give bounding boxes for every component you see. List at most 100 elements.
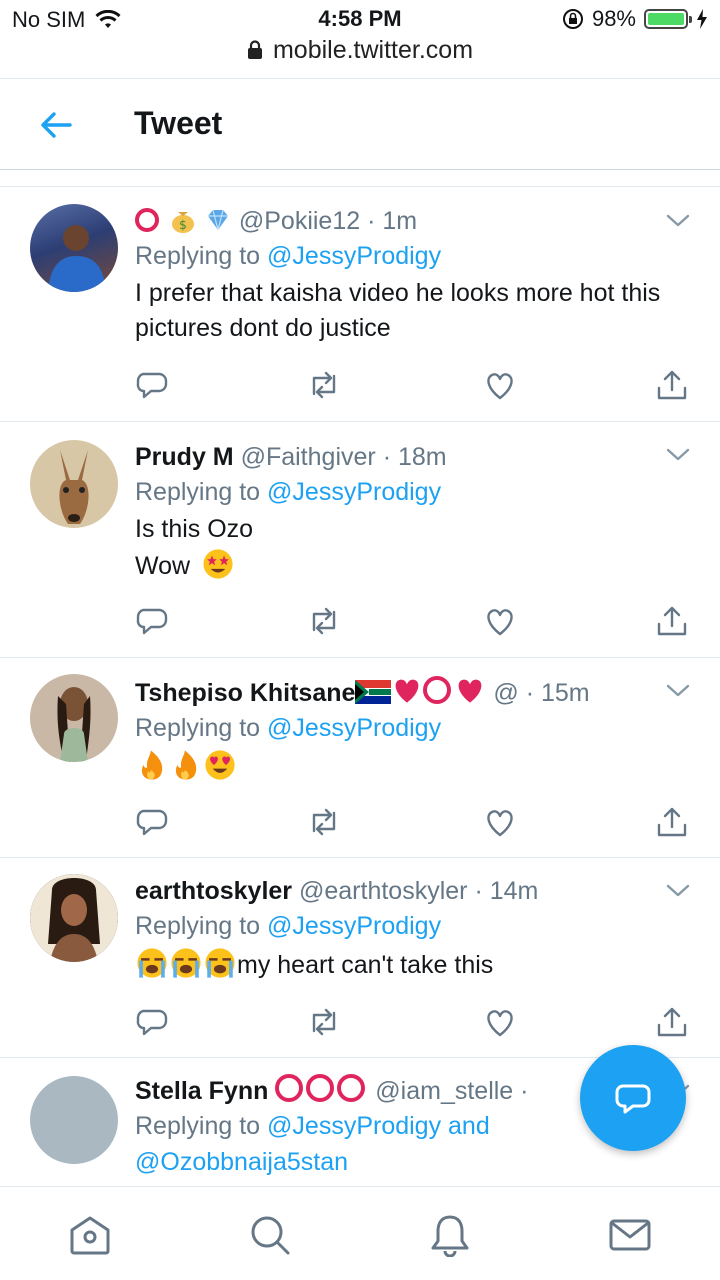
avatar[interactable] [30, 204, 118, 292]
status-right: 98% [562, 6, 708, 32]
svg-text:$: $ [179, 218, 187, 232]
tweet-text: my heart can't take this [135, 946, 700, 983]
red-circle-emoji-icon [306, 1074, 335, 1102]
page-title: Tweet [134, 105, 223, 141]
tweet-time: · 14m [474, 877, 539, 905]
tweet-item[interactable]: $ @Pokiie12 · 1m Replying to @JessyProdi… [0, 188, 720, 422]
fire-emoji-icon [141, 750, 163, 780]
chevron-down-icon[interactable] [666, 684, 690, 698]
avatar[interactable] [30, 440, 118, 528]
charging-icon [697, 9, 707, 29]
bottom-navigation [0, 1186, 720, 1280]
tweet-author[interactable]: earthtoskyler [135, 877, 292, 905]
chevron-down-icon[interactable] [666, 214, 690, 228]
chevron-down-icon[interactable] [666, 884, 690, 898]
tweet-time: · [520, 1077, 529, 1105]
tweet-item[interactable]: Prudy M @Faithgiver · 18m Replying to @J… [0, 422, 720, 658]
heart-emoji-icon [396, 679, 419, 703]
retweet-icon[interactable] [307, 1005, 341, 1039]
red-circle-emoji-icon [275, 1074, 304, 1102]
tweet-handle[interactable]: @Pokiie12 [239, 207, 360, 235]
mention-link[interactable]: @JessyProdigy [267, 714, 441, 742]
home-icon[interactable] [68, 1213, 112, 1257]
mention-link[interactable]: @JessyProdigy [267, 912, 441, 940]
like-heart-icon[interactable] [483, 1005, 517, 1039]
share-icon[interactable] [655, 805, 689, 839]
red-circle-emoji-icon [337, 1074, 366, 1102]
mention-link[interactable]: @JessyProdigy [267, 242, 441, 270]
battery-icon [644, 9, 692, 29]
like-heart-icon[interactable] [483, 368, 517, 402]
tweet-handle[interactable]: @iam_stelle [375, 1077, 513, 1105]
tweet-item[interactable]: Tshepiso Khitsane @ · 15m Replying to @J… [0, 658, 720, 858]
avatar-image [48, 225, 106, 292]
crying-emoji-icon [205, 948, 235, 978]
like-heart-icon[interactable] [483, 604, 517, 638]
notifications-bell-icon[interactable] [428, 1213, 472, 1257]
back-arrow-icon[interactable] [36, 107, 76, 143]
tweet-author[interactable]: Stella Fynn [135, 1077, 268, 1105]
avatar[interactable] [30, 1076, 118, 1164]
tweet-handle[interactable]: @ [493, 679, 518, 707]
orientation-lock-icon [562, 9, 583, 29]
address-bar[interactable]: mobile.twitter.com [0, 36, 720, 76]
tweet-actions [135, 1005, 690, 1041]
tweet-item[interactable]: earthtoskyler @earthtoskyler · 14m Reply… [0, 858, 720, 1058]
avatar[interactable] [30, 874, 118, 962]
retweet-icon[interactable] [307, 805, 341, 839]
reply-icon[interactable] [135, 368, 169, 402]
retweet-icon[interactable] [307, 604, 341, 638]
tweet-time: · 15m [525, 679, 590, 707]
crying-emoji-icon [137, 948, 167, 978]
tweet-text-content: my heart can't take this [237, 951, 494, 979]
share-icon[interactable] [655, 604, 689, 638]
tweet-handle[interactable]: @earthtoskyler [299, 877, 468, 905]
lock-icon [247, 40, 262, 59]
tweet-actions [135, 805, 690, 841]
tweet-body: $ @Pokiie12 · 1m Replying to @JessyProdi… [135, 204, 700, 346]
tweet-text: I prefer that kaisha video he looks more… [135, 279, 661, 342]
replying-to: Replying to @JessyProdigy [135, 908, 700, 944]
tweet-handle[interactable]: @Faithgiver [241, 443, 376, 471]
heart-emoji-icon [459, 679, 482, 703]
replying-label: Replying to [135, 714, 261, 742]
mention-link[interactable]: @JessyProdigy and [267, 1112, 490, 1140]
url-text: mobile.twitter.com [272, 36, 474, 64]
south-africa-flag-emoji-icon [355, 680, 392, 704]
mention-link[interactable]: @JessyProdigy [267, 478, 441, 506]
like-heart-icon[interactable] [483, 805, 517, 839]
replying-label: Replying to [135, 912, 261, 940]
share-icon[interactable] [655, 368, 689, 402]
reply-icon[interactable] [135, 805, 169, 839]
avatar[interactable] [30, 674, 118, 762]
tweet-author[interactable]: Prudy M [135, 443, 234, 471]
replying-to: Replying to @JessyProdigy [135, 710, 700, 746]
tweet-actions [135, 604, 690, 640]
search-icon[interactable] [248, 1213, 292, 1257]
divider [0, 186, 720, 187]
mention-link[interactable]: @Ozobbnaija5stan [135, 1148, 348, 1176]
status-bar: No SIM 4:58 PM 98% [0, 0, 720, 36]
messages-envelope-icon[interactable] [608, 1213, 652, 1257]
tweet-time: · 18m [382, 443, 447, 471]
tweet-text-word: Wow [135, 552, 191, 580]
tweet-header: Prudy M @Faithgiver · 18m [135, 440, 700, 474]
tweet-body: earthtoskyler @earthtoskyler · 14m Reply… [135, 874, 700, 983]
replying-to: Replying to @JessyProdigy [135, 238, 700, 274]
tweet-author[interactable]: Tshepiso Khitsane [135, 679, 355, 707]
replying-label: Replying to [135, 242, 261, 270]
tweet-text [135, 748, 700, 787]
tweet-body: Tshepiso Khitsane @ · 15m Replying to @J… [135, 674, 700, 787]
retweet-icon[interactable] [307, 368, 341, 402]
replying-label: Replying to [135, 1112, 261, 1140]
chevron-down-icon[interactable] [666, 448, 690, 462]
share-icon[interactable] [655, 1005, 689, 1039]
replying-to-continued: @Ozobbnaija5stan [135, 1144, 700, 1180]
reply-fab-button[interactable] [580, 1045, 686, 1151]
star-struck-emoji-icon [203, 549, 233, 579]
tweet-header: Tshepiso Khitsane @ · 15m [135, 674, 700, 710]
tweet-actions [135, 368, 690, 404]
avatar-image [59, 450, 89, 524]
reply-icon[interactable] [135, 1005, 169, 1039]
reply-icon[interactable] [135, 604, 169, 638]
